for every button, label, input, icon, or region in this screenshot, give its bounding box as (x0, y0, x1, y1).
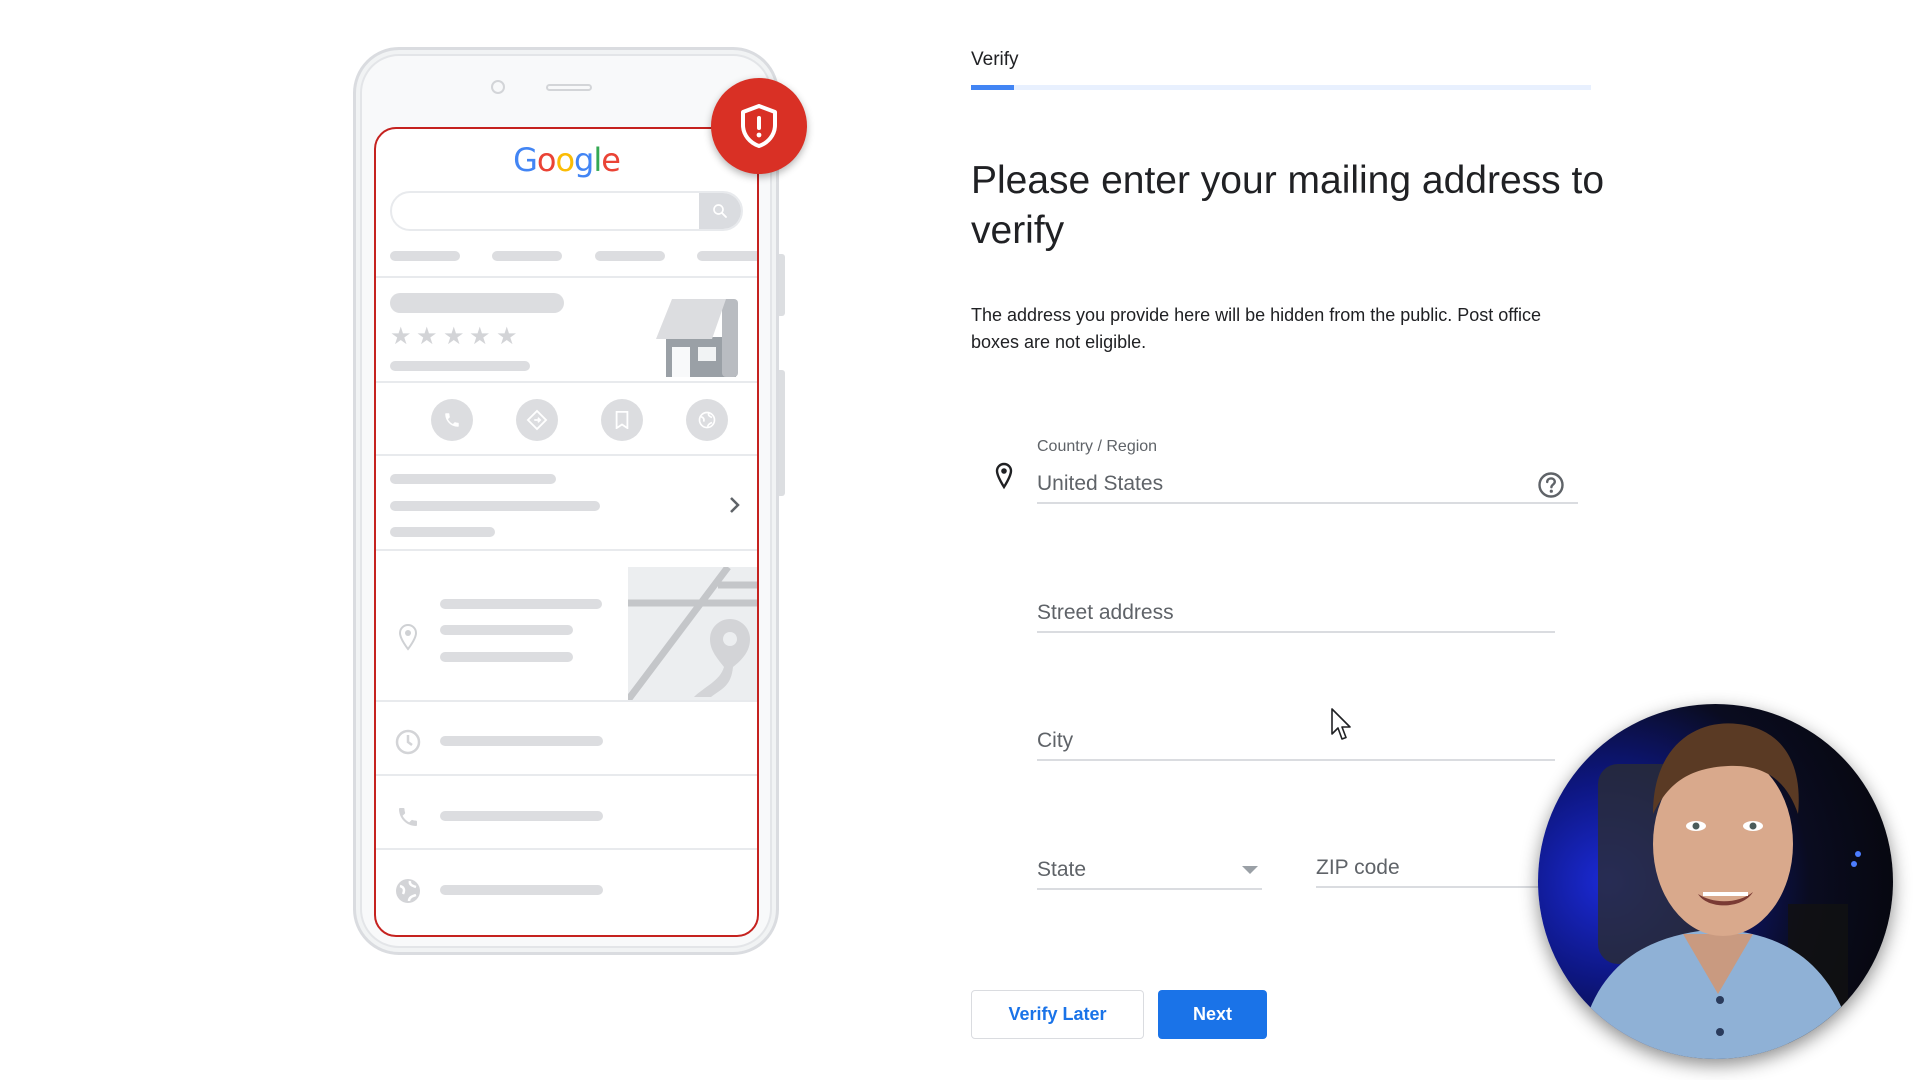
page-description: The address you provide here will be hid… (971, 305, 1541, 352)
placeholder-line (390, 361, 530, 371)
placeholder-chip (595, 251, 665, 261)
divider (376, 454, 757, 456)
star-icon: ★ (496, 323, 518, 350)
state-select[interactable] (1037, 858, 1217, 882)
logo-letter: e (601, 141, 621, 179)
step-label: Verify (971, 49, 1019, 70)
shield-alert-icon (711, 78, 807, 174)
mini-map (628, 567, 757, 700)
field-underline (1316, 886, 1556, 888)
mock-search-bar (390, 191, 743, 231)
city-field[interactable] (1037, 713, 1555, 761)
city-input[interactable] (1037, 729, 1555, 753)
page-title: Please enter your mailing address to ver… (971, 159, 1605, 252)
phone-speaker (546, 84, 592, 91)
divider (376, 848, 757, 850)
placeholder-line (390, 501, 600, 511)
globe-icon (686, 399, 728, 441)
field-underline (1037, 631, 1555, 633)
placeholder-chip (697, 251, 757, 261)
divider (376, 381, 757, 383)
star-icon: ★ (469, 323, 491, 350)
divider (376, 276, 757, 278)
star-icon: ★ (443, 323, 465, 350)
country-region-field[interactable]: Country / Region (1037, 436, 1578, 504)
placeholder-chip (492, 251, 562, 261)
placeholder-line (440, 811, 603, 821)
globe-icon (394, 877, 422, 905)
logo-letter: o (536, 141, 557, 179)
dropdown-arrow-icon[interactable] (1242, 866, 1258, 874)
divider (376, 700, 757, 702)
progress-bar (971, 85, 1591, 90)
search-icon (699, 193, 741, 229)
help-circle-icon[interactable] (1537, 471, 1565, 499)
logo-letter: o (555, 141, 575, 179)
field-underline (1037, 888, 1262, 890)
placeholder-line (440, 885, 603, 895)
directions-icon (516, 399, 558, 441)
logo-letter: g (574, 141, 594, 179)
bookmark-icon (601, 399, 643, 441)
street-address-field[interactable] (1037, 585, 1555, 633)
divider (376, 774, 757, 776)
placeholder-line (390, 527, 495, 537)
placeholder-line (440, 625, 573, 635)
verify-later-button[interactable]: Verify Later (971, 990, 1144, 1039)
progress-fill (971, 85, 1015, 90)
clock-icon (394, 728, 422, 756)
logo-letter: G (513, 141, 538, 179)
star-icon: ★ (390, 323, 412, 350)
mouse-cursor-icon (1331, 708, 1351, 740)
phone-screen: Google ★ ★ ★ ★ ★ (374, 127, 759, 937)
street-address-input[interactable] (1037, 601, 1555, 625)
placeholder-line (440, 736, 603, 746)
placeholder-line (440, 652, 573, 662)
placeholder-chip (390, 251, 460, 261)
zip-code-input[interactable] (1316, 856, 1556, 880)
next-button[interactable]: Next (1158, 990, 1267, 1039)
divider (376, 549, 757, 551)
google-logo: Google (376, 141, 757, 179)
phone-icon (431, 399, 473, 441)
storefront-icon (656, 299, 738, 377)
country-region-input[interactable] (1037, 472, 1517, 496)
phone-side-button (779, 254, 785, 316)
country-region-label: Country / Region (1037, 438, 1158, 455)
phone-camera (491, 80, 505, 94)
placeholder-line (390, 474, 556, 484)
location-pin-icon (394, 623, 422, 651)
placeholder-title (390, 293, 564, 313)
star-icon: ★ (416, 323, 438, 350)
field-underline (1037, 759, 1555, 761)
phone-side-button (779, 370, 785, 496)
phone-icon (394, 803, 422, 831)
state-dropdown[interactable] (1037, 842, 1262, 890)
zip-code-field[interactable] (1316, 842, 1556, 888)
chevron-right-icon (730, 497, 740, 513)
presenter-webcam (1538, 704, 1893, 1059)
placeholder-line (440, 599, 602, 609)
field-underline (1037, 502, 1578, 504)
location-pin-icon (995, 462, 1013, 490)
